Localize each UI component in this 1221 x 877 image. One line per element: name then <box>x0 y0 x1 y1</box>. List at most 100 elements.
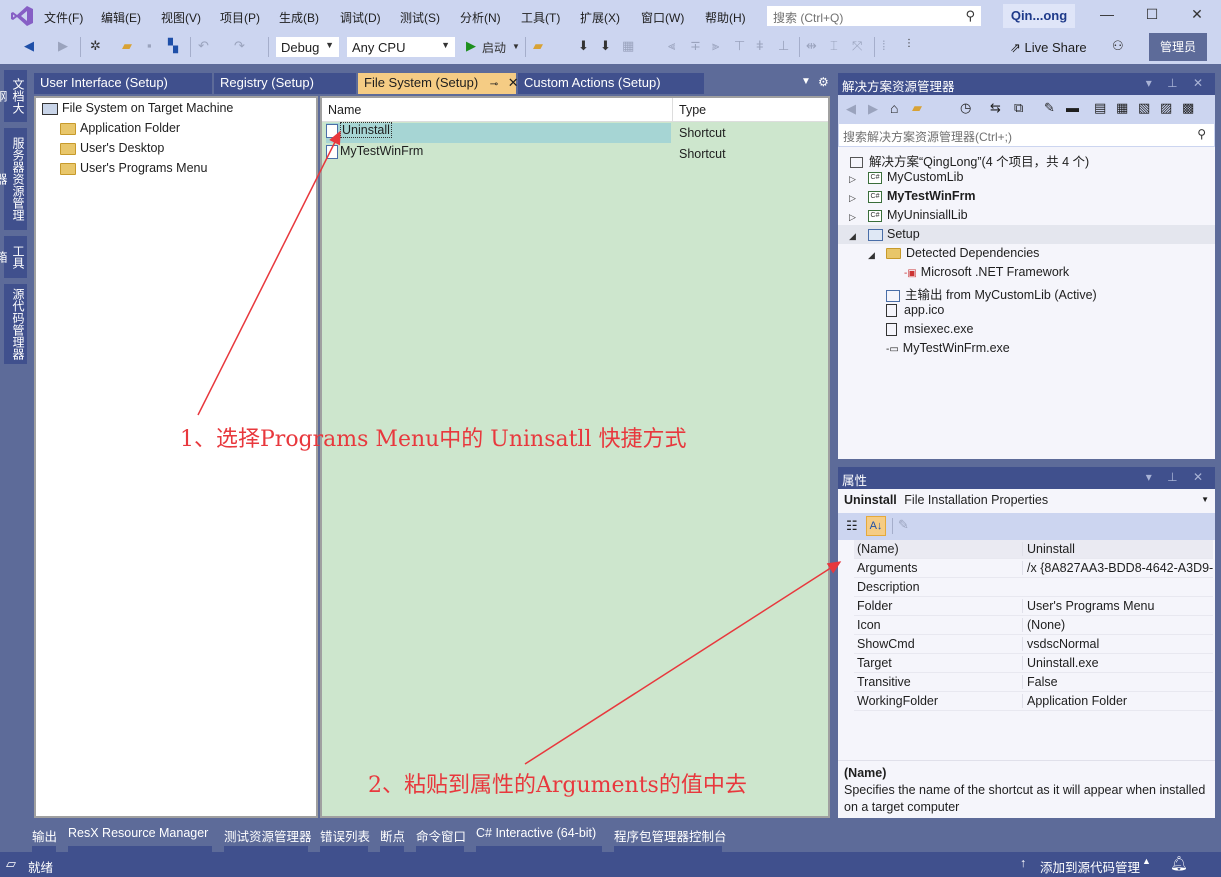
project-node[interactable]: C# MyUninsiallLib <box>868 208 968 222</box>
tab-package-manager-console[interactable]: 程序包管理器控制台 <box>614 826 727 845</box>
start-play-icon[interactable]: ▶ <box>466 38 476 54</box>
menu-analyze[interactable]: 分析(N) <box>460 9 501 26</box>
undo-icon[interactable]: ↶ <box>198 38 209 54</box>
property-value[interactable]: /x {8A827AA3-BDD8-4642-A3D9- <box>1022 561 1213 575</box>
grid-icon[interactable]: ▦ <box>622 38 634 54</box>
home-icon[interactable]: ⌂ <box>890 100 898 116</box>
project-node[interactable]: C# MyCustomLib <box>868 170 963 184</box>
minus-icon[interactable]: ▬ <box>1066 100 1079 115</box>
open-file-icon[interactable]: ▰ <box>122 38 132 54</box>
panel-controls[interactable]: ▾ ⊥ ✕ <box>1146 470 1209 484</box>
user-interface-editor-icon[interactable]: ▨ <box>1160 100 1172 116</box>
align-right-icon[interactable]: ⫸ <box>712 38 719 54</box>
property-row[interactable]: Folder User's Programs Menu <box>854 597 1213 616</box>
list-row-uninstall[interactable]: Uninstall <box>326 122 671 143</box>
save-all-icon[interactable]: ▚ <box>168 38 178 54</box>
chevron-up-icon[interactable]: ▲ <box>1142 856 1151 866</box>
property-row[interactable]: Transitive False <box>854 673 1213 692</box>
expand-icon[interactable]: ▷ <box>849 212 856 223</box>
framework-node[interactable]: -▣ Microsoft .NET Framework <box>904 265 1069 279</box>
solution-explorer-search[interactable]: 搜索解决方案资源管理器(Ctrl+;) ⚲ <box>838 123 1215 147</box>
menu-view[interactable]: 视图(V) <box>161 9 201 26</box>
configuration-select[interactable]: Debug ▼ <box>275 36 340 58</box>
maximize-button[interactable]: ☐ <box>1137 6 1167 23</box>
menu-help[interactable]: 帮助(H) <box>705 9 746 26</box>
navigate-forward-icon[interactable]: ▶ <box>58 38 68 54</box>
global-search-input[interactable]: 搜索 (Ctrl+Q) ⚲ <box>766 5 982 27</box>
setup-project-node[interactable]: Setup <box>868 227 920 241</box>
properties-wrench-icon[interactable]: ✎ <box>1044 100 1055 116</box>
close-window-button[interactable]: ✕ <box>1182 6 1212 23</box>
sync-icon[interactable]: ⇆ <box>990 100 1001 116</box>
file-node[interactable]: app.ico <box>886 303 944 318</box>
menu-window[interactable]: 窗口(W) <box>641 9 684 26</box>
back-icon[interactable]: ◀ <box>846 101 856 117</box>
toolbar-overflow-icon[interactable]: ⋮ <box>904 38 914 49</box>
align-top-icon[interactable]: ⊤ <box>734 38 745 54</box>
tab-test-explorer[interactable]: 测试资源管理器 <box>224 826 312 845</box>
menu-build[interactable]: 生成(B) <box>279 9 319 26</box>
primary-output-node[interactable]: 主输出 from MyCustomLib (Active) <box>886 284 1097 303</box>
property-row[interactable]: ShowCmd vsdscNormal <box>854 635 1213 654</box>
menu-tools[interactable]: 工具(T) <box>521 9 560 26</box>
save-icon[interactable]: ▪ <box>147 38 152 53</box>
start-button[interactable]: 启动 <box>482 39 506 56</box>
find-in-files-icon[interactable]: ▰ <box>533 38 543 54</box>
tab-output[interactable]: 输出 <box>32 826 57 845</box>
vtab-server-explorer[interactable]: 服务器资源管理器 <box>0 128 27 230</box>
tab-list-dropdown-icon[interactable]: ▼ <box>801 76 811 87</box>
property-row[interactable]: Target Uninstall.exe <box>854 654 1213 673</box>
same-width-icon[interactable]: ⇹ <box>806 38 817 54</box>
tree-root[interactable]: File System on Target Machine <box>42 101 233 115</box>
same-height-icon[interactable]: ⌶ <box>830 38 838 54</box>
list-row-mytestwinfrm[interactable]: MyTestWinFrm <box>326 144 671 164</box>
file-types-editor-icon[interactable]: ▧ <box>1138 100 1150 116</box>
collapse-all-icon[interactable]: ⧉ <box>1014 100 1023 116</box>
column-header-type[interactable]: Type <box>679 103 706 117</box>
tab-registry[interactable]: Registry (Setup) <box>214 73 356 94</box>
menu-test[interactable]: 测试(S) <box>400 9 440 26</box>
spacing-icon[interactable]: ⁞ <box>882 38 886 53</box>
custom-actions-editor-icon[interactable]: ▩ <box>1182 100 1194 116</box>
alphabetical-sort-icon[interactable]: A↓ <box>866 516 886 536</box>
property-value[interactable]: Application Folder <box>1022 694 1213 708</box>
property-pages-wrench-icon[interactable]: ✎ <box>898 517 909 533</box>
vtab-toolbox[interactable]: 工具箱 <box>0 236 27 278</box>
download-icon[interactable]: ⬇ <box>578 38 589 54</box>
tree-item-application-folder[interactable]: Application Folder <box>60 121 180 135</box>
tree-item-users-desktop[interactable]: User's Desktop <box>60 141 164 155</box>
column-header-name[interactable]: Name <box>328 103 361 117</box>
tab-breakpoints[interactable]: 断点 <box>380 826 405 845</box>
properties-object-select[interactable]: Uninstall File Installation Properties ▼ <box>838 489 1215 513</box>
tab-custom-actions[interactable]: Custom Actions (Setup) <box>518 73 704 94</box>
tab-command-window[interactable]: 命令窗口 <box>416 826 466 845</box>
property-row[interactable]: Arguments/x {8A827AA3-BDD8-4642-A3D9- <box>854 559 1213 578</box>
property-row[interactable]: (Name) Uninstall <box>854 540 1213 559</box>
property-value[interactable]: (None) <box>1022 618 1213 632</box>
property-value[interactable]: Uninstall.exe <box>1022 656 1213 670</box>
panel-controls[interactable]: ▾ ⊥ ✕ <box>1146 76 1209 90</box>
vtab-source-control[interactable]: 源代码管理器 <box>4 284 27 364</box>
project-node[interactable]: C# MyTestWinFrm <box>868 189 976 203</box>
new-project-icon[interactable]: ✲ <box>90 38 101 54</box>
pin-icon[interactable]: ⊸ <box>490 79 498 90</box>
property-row[interactable]: Description <box>854 578 1213 597</box>
same-size-icon[interactable]: ⤧ <box>852 38 862 54</box>
gear-icon[interactable]: ⚙ <box>818 75 829 89</box>
property-value[interactable]: False <box>1022 675 1213 689</box>
property-value[interactable]: vsdscNormal <box>1022 637 1213 651</box>
navigate-back-icon[interactable]: ◀ <box>24 38 34 54</box>
collapse-icon[interactable]: ◢ <box>868 250 875 261</box>
tree-item-users-programs-menu[interactable]: User's Programs Menu <box>60 161 207 175</box>
menu-file[interactable]: 文件(F) <box>44 9 83 26</box>
property-value[interactable]: User's Programs Menu <box>1022 599 1213 613</box>
property-value[interactable]: Uninstall <box>1022 542 1213 556</box>
property-row[interactable]: Icon (None) <box>854 616 1213 635</box>
notifications-bell-icon[interactable]: 🔔︎ <box>1170 855 1188 872</box>
menu-project[interactable]: 项目(P) <box>220 9 260 26</box>
redo-icon[interactable]: ↷ <box>234 38 245 54</box>
categorized-icon[interactable]: ☷ <box>846 518 858 534</box>
file-node[interactable]: -▭ MyTestWinFrm.exe <box>886 341 1010 355</box>
file-node[interactable]: msiexec.exe <box>886 322 973 337</box>
menu-debug[interactable]: 调试(D) <box>340 9 381 26</box>
